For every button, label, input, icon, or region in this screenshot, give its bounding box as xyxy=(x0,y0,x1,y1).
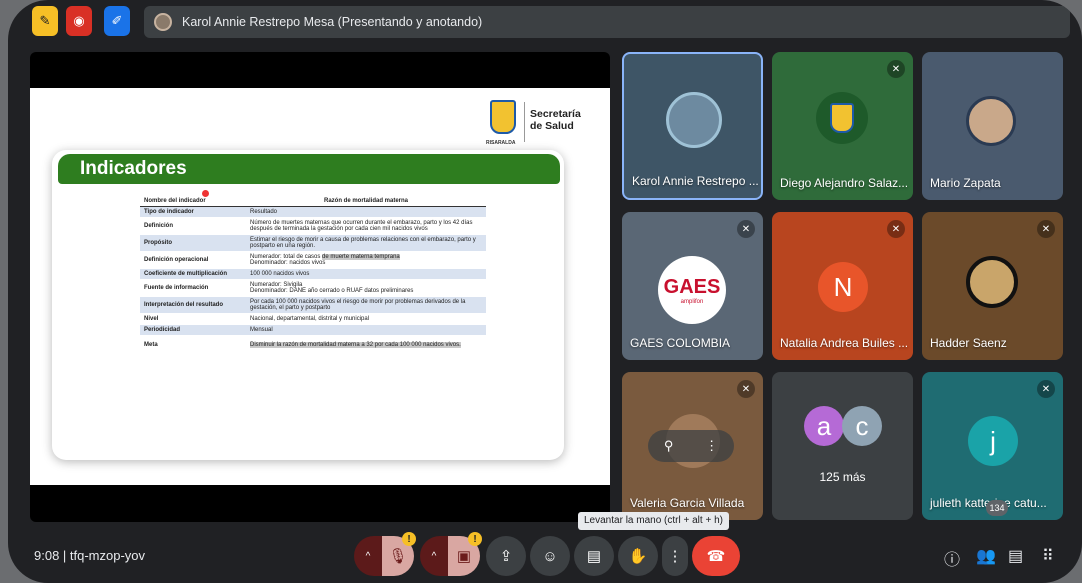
participant-tile[interactable]: ✕ GAES amplifon GAES COLOMBIA xyxy=(622,212,763,360)
participants-count-badge: 134 xyxy=(986,500,1008,516)
chat-icon[interactable]: ▤ xyxy=(1008,546,1023,566)
avatar xyxy=(666,92,722,148)
more-options-icon[interactable]: ⋮ xyxy=(705,438,718,454)
org-name: Secretaría de Salud xyxy=(530,108,581,132)
presenter-avatar xyxy=(154,13,172,31)
captions-icon: ▤ xyxy=(586,548,602,565)
leave-call-button[interactable]: ☎ xyxy=(692,536,740,576)
indicator-card: Indicadores Nombre del indicador Razón d… xyxy=(52,150,564,460)
indicator-table: Nombre del indicador Razón de mortalidad… xyxy=(140,196,486,355)
avatar: c xyxy=(842,406,882,446)
present-icon: ⇪ xyxy=(499,548,513,565)
divider xyxy=(524,102,525,142)
mic-off-icon: ✕ xyxy=(737,380,755,398)
mic-off-icon: ✕ xyxy=(887,60,905,78)
participant-name: Natalia Andrea Builes ... xyxy=(780,336,909,350)
presenter-banner: Karol Annie Restrepo Mesa (Presentando y… xyxy=(144,6,1070,38)
table-row: Propósito Estimar el riesgo de morir a c… xyxy=(140,234,486,252)
presentation-stage: RISARALDA Secretaría de Salud Indicadore… xyxy=(30,52,610,522)
reactions-button[interactable]: ☺ xyxy=(530,536,570,576)
time-and-code: 9:08 | tfq-mzop-yov xyxy=(34,548,146,563)
participant-name: Mario Zapata xyxy=(930,176,1001,190)
mic-off-icon: ✕ xyxy=(1037,220,1055,238)
bottom-bar: 9:08 | tfq-mzop-yov ^ 🎙 ! ^ ▣ ! ⇪ ☺ ▤ ✋ … xyxy=(8,528,1082,583)
table-row: Fuente de información Numerador: Sivigil… xyxy=(140,279,486,297)
table-row: Meta Disminuir la razón de mortalidad ma… xyxy=(140,335,486,355)
meet-window: ✎ ◉ ✐ Karol Annie Restrepo Mesa (Present… xyxy=(8,0,1082,583)
more-participants-tile[interactable]: a c 125 más xyxy=(772,372,913,520)
table-row: Nivel Nacional, departamental, distrital… xyxy=(140,313,486,325)
mic-off-icon: 🎙 xyxy=(388,548,408,565)
table-row: Definición operacional Numerador: total … xyxy=(140,251,486,269)
camera-off-icon: ▣ xyxy=(456,548,472,565)
avatar: a xyxy=(804,406,844,446)
participant-tile[interactable]: ✕ Hadder Saenz xyxy=(922,212,1063,360)
table-row: Interpretación del resultado Por cada 10… xyxy=(140,296,486,314)
participant-tile[interactable]: ✕ j julieth katterine catu... xyxy=(922,372,1063,520)
participant-name: Valeria Garcia Villada xyxy=(630,496,745,510)
mic-off-icon: ✕ xyxy=(1037,380,1055,398)
edit-doc-icon[interactable]: ✐ xyxy=(104,6,130,36)
participant-name: GAES COLOMBIA xyxy=(630,336,731,350)
avatar xyxy=(966,256,1018,308)
participant-tile[interactable]: Karol Annie Restrepo ... xyxy=(622,52,763,200)
hangup-icon: ☎ xyxy=(706,548,726,565)
presenter-text: Karol Annie Restrepo Mesa (Presentando y… xyxy=(182,15,483,29)
warning-icon: ! xyxy=(402,532,416,546)
warning-icon: ! xyxy=(468,532,482,546)
more-vert-icon: ⋮ xyxy=(667,548,683,565)
audio-options-button[interactable]: ^ xyxy=(354,536,382,576)
avatar xyxy=(966,96,1016,146)
table-header-row: Nombre del indicador Razón de mortalidad… xyxy=(140,196,486,207)
table-row: Periodicidad Mensual xyxy=(140,324,486,336)
avatar: N xyxy=(818,262,868,312)
hand-icon: ✋ xyxy=(628,548,648,565)
participant-tile[interactable]: Mario Zapata xyxy=(922,52,1063,200)
record-icon[interactable]: ◉ xyxy=(66,6,92,36)
apps-grid-icon[interactable]: ⠿ xyxy=(1042,546,1054,566)
avatar xyxy=(816,92,868,144)
people-icon[interactable]: 👥 xyxy=(976,546,996,566)
more-options-button[interactable]: ⋮ xyxy=(662,536,688,576)
crest-caption: RISARALDA xyxy=(486,140,516,146)
participant-tile[interactable]: ✕ N Natalia Andrea Builes ... xyxy=(772,212,913,360)
avatar: j xyxy=(968,416,1018,466)
info-icon[interactable]: ⓘ xyxy=(944,546,960,570)
mic-off-icon: ✕ xyxy=(887,220,905,238)
avatar: GAES amplifon xyxy=(658,256,726,324)
mic-off-icon: ✕ xyxy=(737,220,755,238)
video-options-button[interactable]: ^ xyxy=(420,536,448,576)
slide-title: Indicadores xyxy=(58,154,560,184)
tile-actions: ⚲ ⋮ xyxy=(648,430,734,462)
table-row: Definición Número de muertes maternas qu… xyxy=(140,217,486,235)
participant-name: Karol Annie Restrepo ... xyxy=(632,174,759,188)
slide: RISARALDA Secretaría de Salud Indicadore… xyxy=(30,88,610,485)
org-logo: RISARALDA Secretaría de Salud xyxy=(486,100,590,148)
raise-hand-button[interactable]: ✋ xyxy=(618,536,658,576)
emoji-icon: ☺ xyxy=(542,547,558,565)
participant-name: Hadder Saenz xyxy=(930,336,1007,350)
present-button[interactable]: ⇪ xyxy=(486,536,526,576)
more-count: 125 más xyxy=(819,470,866,484)
captions-button[interactable]: ▤ xyxy=(574,536,614,576)
pin-icon[interactable]: ⚲ xyxy=(664,438,674,454)
crest-icon xyxy=(830,103,854,133)
table-row: Coeficiente de multiplicación 100 000 na… xyxy=(140,268,486,280)
participant-name: Diego Alejandro Salaz... xyxy=(780,176,909,190)
crest-icon xyxy=(490,100,516,134)
participant-tile[interactable]: ✕ ⚲ ⋮ Valeria Garcia Villada xyxy=(622,372,763,520)
table-row: Tipo de indicador Resultado xyxy=(140,206,486,218)
participant-tile[interactable]: ✕ Diego Alejandro Salaz... xyxy=(772,52,913,200)
top-bar: ✎ ◉ ✐ Karol Annie Restrepo Mesa (Present… xyxy=(8,0,1082,44)
annotation-icon[interactable]: ✎ xyxy=(32,6,58,36)
